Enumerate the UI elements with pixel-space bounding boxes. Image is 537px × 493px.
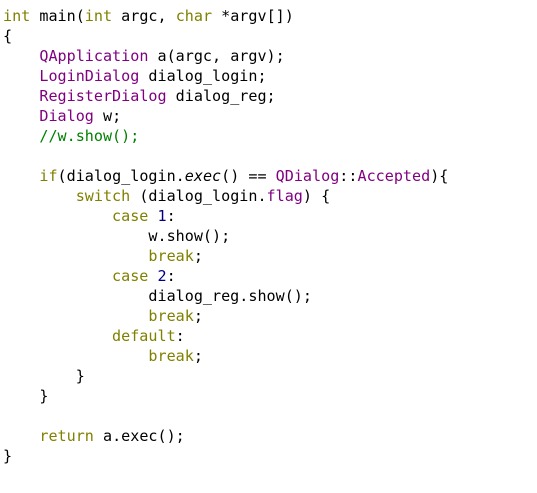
code-token: flag xyxy=(266,187,303,205)
code-line: break; xyxy=(3,346,537,366)
code-token: Dialog xyxy=(39,107,94,125)
code-line: default: xyxy=(3,326,537,346)
code-line: if(dialog_login.exec() == QDialog::Accep… xyxy=(3,166,537,186)
code-token: case xyxy=(112,207,149,225)
code-token: :: xyxy=(339,167,358,185)
code-token: default xyxy=(112,327,176,345)
code-token: () == xyxy=(221,167,276,185)
code-token: dialog_reg.show(); xyxy=(3,287,312,305)
code-token: dialog_reg; xyxy=(166,87,276,105)
code-token: return xyxy=(39,427,94,445)
code-token: argc, xyxy=(112,7,176,25)
code-line: //w.show(); xyxy=(3,126,537,146)
code-token: if xyxy=(39,167,58,185)
code-token: dialog_login; xyxy=(139,67,267,85)
code-line: case 2: xyxy=(3,266,537,286)
code-token: 2 xyxy=(157,267,167,285)
code-token: break xyxy=(148,347,194,365)
code-token: *argv[]) xyxy=(212,7,294,25)
code-token: } xyxy=(3,447,13,465)
code-line: return a.exec(); xyxy=(3,426,537,446)
code-token: w; xyxy=(93,107,122,125)
code-token: a.exec(); xyxy=(93,427,185,445)
code-line: } xyxy=(3,366,537,386)
code-token: break xyxy=(148,307,194,325)
code-token: //w.show(); xyxy=(39,127,140,145)
code-token: { xyxy=(3,27,13,45)
code-token: : xyxy=(166,207,176,225)
code-token: exec xyxy=(184,167,222,185)
code-line: break; xyxy=(3,306,537,326)
code-token: LoginDialog xyxy=(39,67,140,85)
code-token: QApplication xyxy=(39,47,149,65)
code-token: int xyxy=(3,7,31,25)
code-token: ) { xyxy=(302,187,331,205)
code-token: switch xyxy=(75,187,131,205)
code-token: char xyxy=(175,7,213,25)
code-line: { xyxy=(3,26,537,46)
code-token: break xyxy=(148,247,194,265)
code-token: case xyxy=(112,267,149,285)
code-token: RegisterDialog xyxy=(39,87,167,105)
code-token: (dialog_login. xyxy=(57,167,185,185)
code-line: RegisterDialog dialog_reg; xyxy=(3,86,537,106)
code-line: switch (dialog_login.flag) { xyxy=(3,186,537,206)
code-line: } xyxy=(3,446,537,466)
code-token: main( xyxy=(30,7,85,25)
code-line: dialog_reg.show(); xyxy=(3,286,537,306)
code-line: int main(int argc, char *argv[]) xyxy=(3,6,537,26)
code-token: w.show(); xyxy=(3,227,231,245)
code-line: LoginDialog dialog_login; xyxy=(3,66,537,86)
code-line: case 1: xyxy=(3,206,537,226)
code-token: ){ xyxy=(430,167,449,185)
code-token: ; xyxy=(193,347,203,365)
code-token: : xyxy=(166,267,176,285)
code-line: w.show(); xyxy=(3,226,537,246)
code-token: int xyxy=(84,7,113,25)
code-token: } xyxy=(3,387,49,405)
code-token: Accepted xyxy=(357,167,431,185)
code-token: (dialog_login. xyxy=(130,187,267,205)
code-token: ; xyxy=(193,307,203,325)
code-token: } xyxy=(3,367,85,385)
code-lines: int main(int argc, char *argv[]){ QAppli… xyxy=(3,6,537,466)
code-line: Dialog w; xyxy=(3,106,537,126)
code-token: ; xyxy=(193,247,203,265)
code-token: : xyxy=(175,327,185,345)
code-token: QDialog xyxy=(275,167,340,185)
code-line: } xyxy=(3,386,537,406)
code-editor[interactable]: int main(int argc, char *argv[]){ QAppli… xyxy=(0,0,537,493)
code-line: QApplication a(argc, argv); xyxy=(3,46,537,66)
code-token: 1 xyxy=(157,207,167,225)
code-token: a(argc, argv); xyxy=(148,47,285,65)
code-line: break; xyxy=(3,246,537,266)
